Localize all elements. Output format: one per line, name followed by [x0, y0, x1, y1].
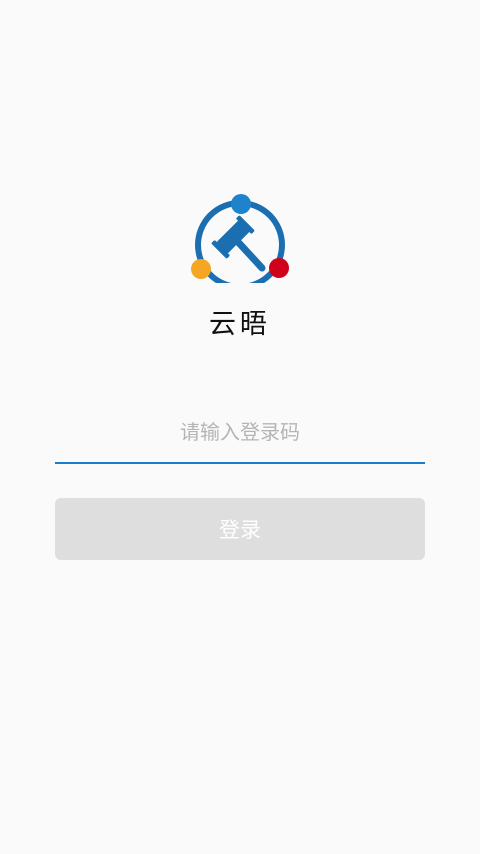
app-name: 云晤 — [209, 309, 271, 340]
login-button[interactable]: 登录 — [55, 498, 425, 560]
app-logo-gavel-icon — [191, 194, 289, 283]
login-code-field — [55, 404, 425, 464]
login-code-input[interactable] — [55, 404, 425, 460]
